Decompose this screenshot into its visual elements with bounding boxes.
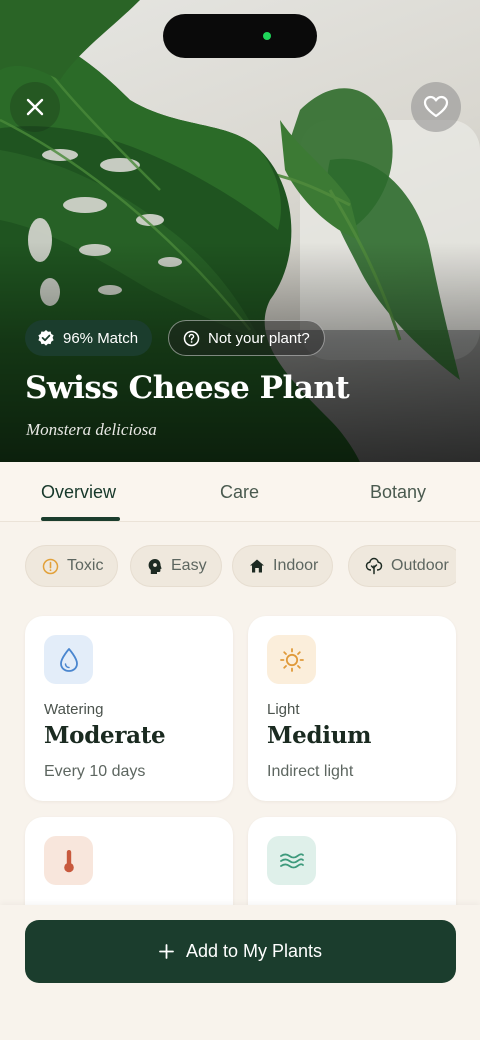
chip-label: Easy: [171, 557, 207, 574]
card-label: Watering: [44, 701, 104, 718]
card-label: Light: [267, 701, 300, 718]
head-icon: [148, 558, 162, 574]
attribute-chips: Toxic Easy Indoor Outdoor: [25, 545, 456, 588]
close-button[interactable]: [10, 82, 60, 132]
active-tab-indicator: [41, 517, 120, 521]
card-subtext: Every 10 days: [44, 763, 146, 780]
chip-label: Toxic: [67, 557, 104, 574]
match-badge: 96% Match: [25, 320, 153, 356]
house-icon: [250, 559, 264, 573]
heart-icon: [423, 95, 449, 118]
chip-easy[interactable]: Easy: [130, 545, 222, 587]
chip-toxic[interactable]: Toxic: [25, 545, 119, 587]
water-drop-icon: [59, 647, 78, 672]
thermometer-icon: [63, 849, 74, 872]
chip-indoor[interactable]: Indoor: [232, 545, 334, 587]
waves-icon: [279, 852, 304, 868]
add-to-my-plants-button[interactable]: Add to My Plants: [25, 920, 456, 983]
favorite-button[interactable]: [411, 82, 461, 132]
tab-bar: Overview Care Botany: [0, 462, 480, 522]
plant-scientific-name: Monstera deliciosa: [26, 420, 157, 439]
plus-icon: [159, 944, 174, 959]
add-to-my-plants-label: Add to My Plants: [185, 941, 323, 961]
warning-info-icon: [42, 558, 59, 574]
tab-overview[interactable]: Overview: [41, 482, 116, 503]
dynamic-island: [163, 14, 317, 58]
verified-check-icon: [38, 330, 54, 346]
tab-botany[interactable]: Botany: [370, 482, 426, 503]
card-icon-container: [44, 836, 93, 885]
card-subtext: Indirect light: [267, 763, 354, 780]
card-icon-container: [267, 836, 316, 885]
close-icon: [26, 98, 44, 116]
tree-icon: [365, 557, 383, 575]
chip-label: Indoor: [273, 557, 319, 574]
camera-indicator: [263, 32, 271, 40]
not-your-plant-button[interactable]: Not your plant?: [168, 320, 325, 356]
care-card-light[interactable]: Light Medium Indirect light: [248, 616, 456, 801]
tab-care[interactable]: Care: [220, 482, 259, 503]
care-card-watering[interactable]: Watering Moderate Every 10 days: [25, 616, 233, 801]
not-your-plant-label: Not your plant?: [208, 329, 310, 347]
question-circle-icon: [183, 330, 200, 346]
card-icon-container: [267, 635, 316, 684]
match-label: 96% Match: [63, 329, 139, 347]
sun-icon: [279, 647, 304, 672]
card-value: Medium: [267, 722, 372, 749]
chip-label: Outdoor: [391, 557, 449, 574]
card-icon-container: [44, 635, 93, 684]
card-value: Moderate: [44, 722, 166, 749]
plant-common-name: Swiss Cheese Plant: [25, 370, 350, 406]
chip-outdoor[interactable]: Outdoor: [348, 545, 456, 587]
